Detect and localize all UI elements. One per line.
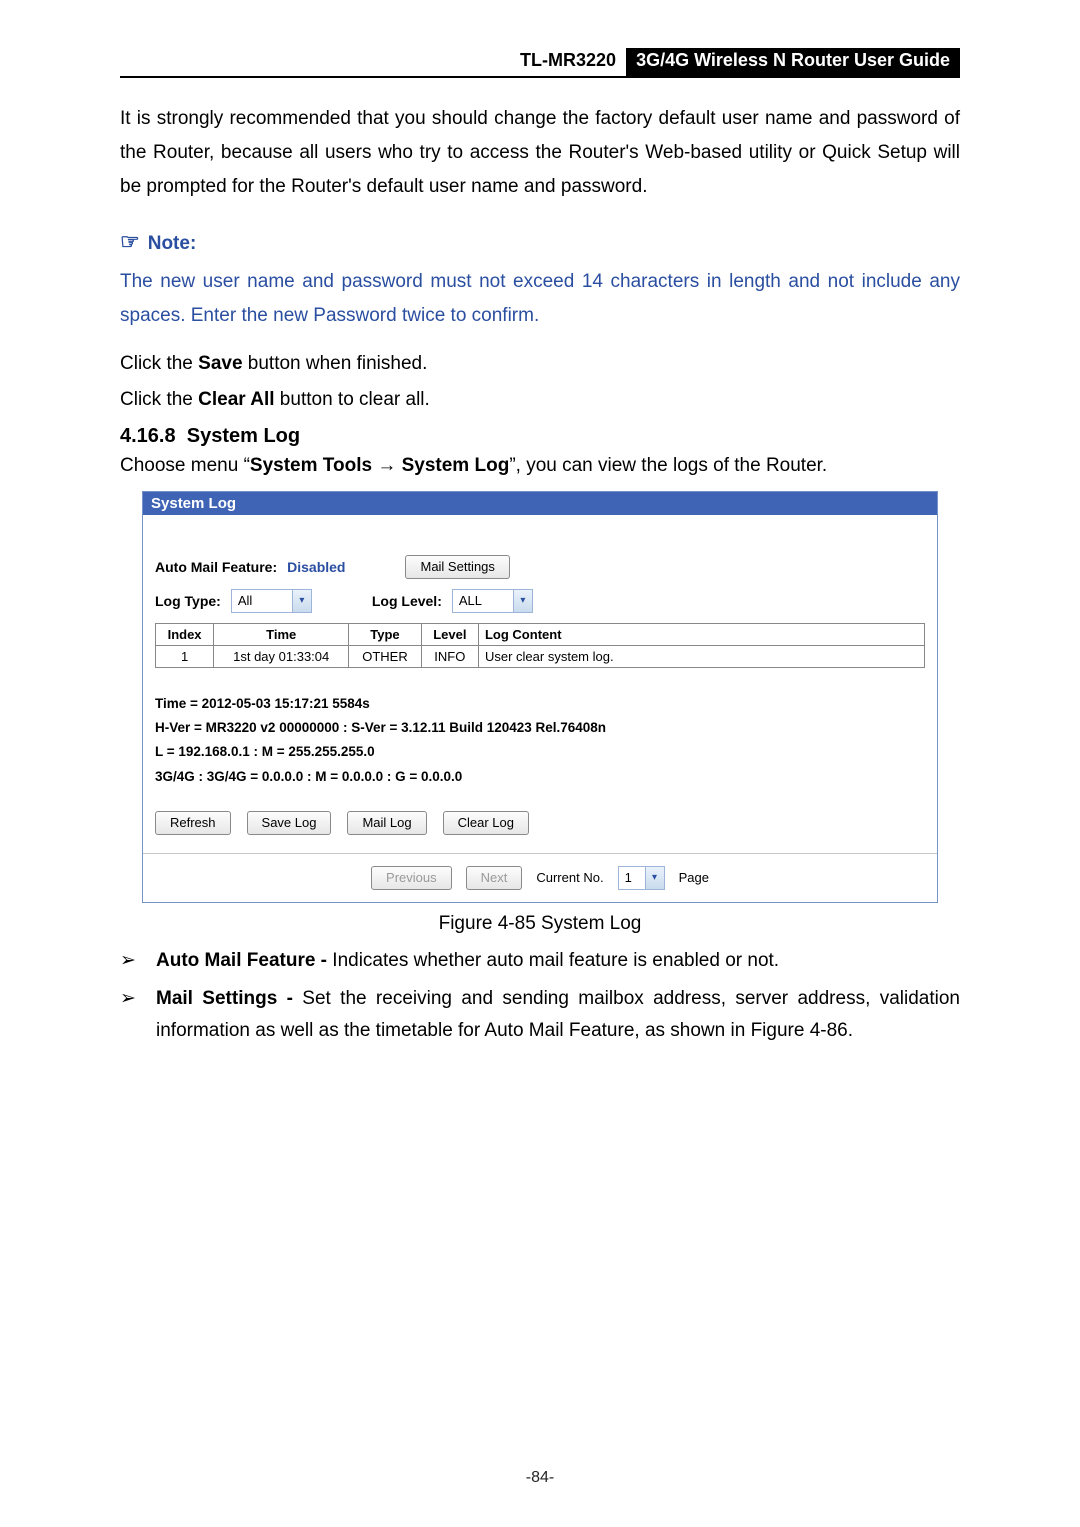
chevron-down-icon: ▾ [292,590,311,612]
cell-type: OTHER [349,645,421,667]
document-page: TL-MR3220 3G/4G Wireless N Router User G… [0,0,1080,1527]
page-select-value: 1 [619,870,645,885]
note-heading: ☞ Note: [120,229,960,255]
action-button-row: Refresh Save Log Mail Log Clear Log [155,811,925,835]
auto-mail-label: Auto Mail Feature: [155,559,277,575]
header-model: TL-MR3220 [520,48,626,76]
system-log-panel: System Log Auto Mail Feature: Disabled M… [142,491,938,903]
log-type-select[interactable]: All ▾ [231,589,312,613]
log-level-label: Log Level: [372,593,442,609]
intro-paragraph: It is strongly recommended that you shou… [120,102,960,205]
list-item-text: Mail Settings - Set the receiving and se… [156,983,960,1048]
col-level: Level [421,623,478,645]
col-content: Log Content [478,623,924,645]
pointing-hand-icon: ☞ [120,229,140,254]
list-item: ➢ Auto Mail Feature - Indicates whether … [120,945,960,977]
pager-row: Previous Next Current No. 1 ▾ Page [143,853,937,902]
page-label: Page [679,870,709,885]
note-body: The new user name and password must not … [120,265,960,333]
list-item: ➢ Mail Settings - Set the receiving and … [120,983,960,1048]
chevron-down-icon: ▾ [645,867,664,889]
page-header: TL-MR3220 3G/4G Wireless N Router User G… [120,48,960,78]
log-table: Index Time Type Level Log Content 1 1st … [155,623,925,668]
page-select[interactable]: 1 ▾ [618,866,665,890]
save-log-button[interactable]: Save Log [247,811,332,835]
log-level-select[interactable]: ALL ▾ [452,589,533,613]
next-button[interactable]: Next [466,866,523,890]
panel-title: System Log [143,492,937,515]
section-heading: 4.16.8 System Log [120,425,960,448]
col-time: Time [214,623,349,645]
previous-button[interactable]: Previous [371,866,452,890]
refresh-button[interactable]: Refresh [155,811,231,835]
mail-log-button[interactable]: Mail Log [347,811,426,835]
clear-instruction: Click the Clear All button to clear all. [120,383,960,417]
list-item-text: Auto Mail Feature - Indicates whether au… [156,945,960,977]
cell-time: 1st day 01:33:04 [214,645,349,667]
log-type-value: All [232,593,292,608]
sysinfo-line: H-Ver = MR3220 v2 00000000 : S-Ver = 3.1… [155,716,925,740]
header-title: 3G/4G Wireless N Router User Guide [626,48,960,76]
mail-settings-button[interactable]: Mail Settings [405,555,509,579]
log-type-label: Log Type: [155,593,221,609]
figure-caption: Figure 4-85 System Log [120,913,960,935]
auto-mail-value: Disabled [287,559,345,575]
sysinfo-line: Time = 2012-05-03 15:17:21 5584s [155,692,925,716]
system-info-block: Time = 2012-05-03 15:17:21 5584s H-Ver =… [155,692,925,789]
panel-body: Auto Mail Feature: Disabled Mail Setting… [143,515,937,902]
auto-mail-row: Auto Mail Feature: Disabled Mail Setting… [155,555,925,579]
bullet-icon: ➢ [120,983,156,1048]
save-instruction: Click the Save button when finished. [120,347,960,381]
note-label: Note: [148,233,197,254]
col-type: Type [349,623,421,645]
page-number: -84- [0,1469,1080,1487]
sysinfo-line: L = 192.168.0.1 : M = 255.255.255.0 [155,740,925,764]
bullet-icon: ➢ [120,945,156,977]
sysinfo-line: 3G/4G : 3G/4G = 0.0.0.0 : M = 0.0.0.0 : … [155,765,925,789]
bullet-list: ➢ Auto Mail Feature - Indicates whether … [120,945,960,1048]
table-row: 1 1st day 01:33:04 OTHER INFO User clear… [156,645,925,667]
chevron-down-icon: ▾ [513,590,532,612]
log-level-value: ALL [453,593,513,608]
cell-level: INFO [421,645,478,667]
section-description: Choose menu “System Tools → System Log”,… [120,450,960,482]
clear-log-button[interactable]: Clear Log [443,811,529,835]
col-index: Index [156,623,214,645]
current-no-label: Current No. [536,870,603,885]
cell-content: User clear system log. [478,645,924,667]
log-filter-row: Log Type: All ▾ Log Level: ALL ▾ [155,589,925,613]
cell-index: 1 [156,645,214,667]
table-header-row: Index Time Type Level Log Content [156,623,925,645]
